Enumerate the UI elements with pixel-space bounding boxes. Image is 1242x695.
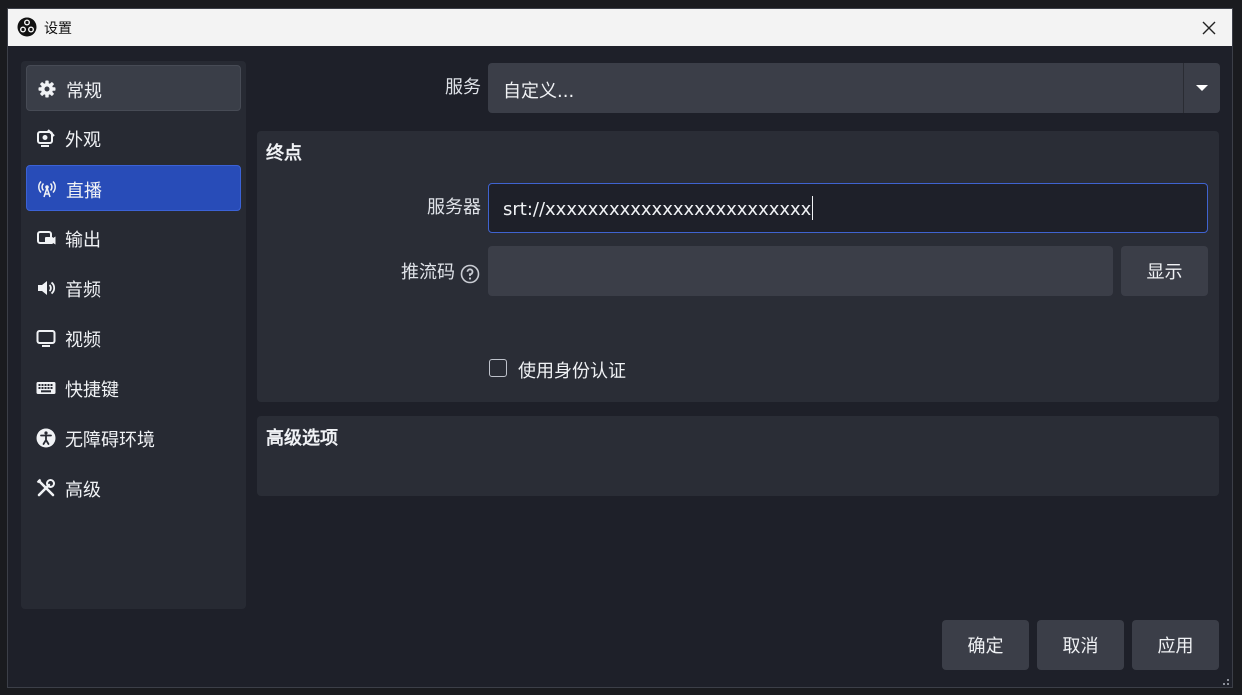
endpoint-title: 终点: [266, 143, 302, 164]
server-label: 服务器: [427, 197, 481, 218]
sidebar-item-label: 无障碍环境: [65, 430, 155, 451]
ok-button[interactable]: 确定: [942, 620, 1029, 670]
sidebar-item-label: 常规: [66, 81, 102, 102]
accessibility-icon: [36, 428, 56, 448]
apply-button[interactable]: 应用: [1132, 620, 1219, 670]
server-value: srt://xxxxxxxxxxxxxxxxxxxxxxxxx: [503, 196, 814, 220]
appearance-icon: [36, 128, 56, 148]
service-value: 自定义...: [503, 81, 575, 102]
gear-icon: [37, 79, 57, 99]
keyboard-icon: [36, 378, 56, 398]
sidebar-item-label: 输出: [65, 230, 101, 251]
close-button[interactable]: [1186, 9, 1232, 46]
use-auth-checkbox[interactable]: [489, 359, 507, 377]
cancel-button[interactable]: 取消: [1037, 620, 1124, 670]
sidebar-item-label: 直播: [66, 181, 102, 202]
stream-key-label: 推流码: [401, 262, 455, 283]
stream-key-input[interactable]: [488, 246, 1113, 296]
dropdown-divider: [1183, 63, 1184, 113]
use-auth-label[interactable]: 使用身份认证: [518, 357, 626, 383]
sidebar-item-general[interactable]: 常规: [26, 65, 241, 111]
tools-icon: [36, 478, 56, 498]
sidebar-item-hotkeys[interactable]: 快捷键: [26, 365, 241, 411]
advanced-options-group: 高级选项: [257, 416, 1219, 496]
sidebar-item-label: 高级: [65, 480, 101, 501]
sidebar-item-output[interactable]: 输出: [26, 215, 241, 261]
broadcast-antenna-icon: [37, 179, 57, 199]
resize-grip-icon[interactable]: [1219, 674, 1229, 685]
server-input[interactable]: srt://xxxxxxxxxxxxxxxxxxxxxxxxx: [488, 183, 1208, 233]
title-bar: 设置: [8, 9, 1232, 46]
settings-window: 设置 常规 外观 直播 输出 音频 视频 快捷键 无障碍环境 高级 服务 自定义…: [7, 8, 1233, 688]
sidebar-item-label: 视频: [65, 330, 101, 351]
monitor-icon: [36, 328, 56, 348]
sidebar-item-stream[interactable]: 直播: [26, 165, 241, 211]
advanced-options-title: 高级选项: [266, 428, 338, 449]
close-icon: [1202, 21, 1216, 34]
window-title: 设置: [44, 21, 72, 37]
service-dropdown[interactable]: 自定义...: [488, 63, 1220, 113]
sidebar-item-label: 快捷键: [65, 380, 119, 401]
speaker-icon: [36, 278, 56, 298]
show-key-button[interactable]: 显示: [1121, 246, 1208, 296]
sidebar-item-label: 音频: [65, 280, 101, 301]
settings-sidebar: 常规 外观 直播 输出 音频 视频 快捷键 无障碍环境 高级: [21, 61, 246, 609]
help-icon[interactable]: [460, 264, 480, 284]
sidebar-item-advanced[interactable]: 高级: [26, 465, 241, 511]
sidebar-item-label: 外观: [65, 130, 101, 151]
sidebar-item-accessibility[interactable]: 无障碍环境: [26, 415, 241, 461]
sidebar-item-audio[interactable]: 音频: [26, 265, 241, 311]
service-label: 服务: [445, 77, 481, 98]
sidebar-item-appearance[interactable]: 外观: [26, 115, 241, 161]
sidebar-item-video[interactable]: 视频: [26, 315, 241, 361]
chevron-down-icon: [1196, 85, 1208, 91]
output-icon: [36, 228, 56, 248]
obs-logo-icon: [17, 17, 37, 37]
